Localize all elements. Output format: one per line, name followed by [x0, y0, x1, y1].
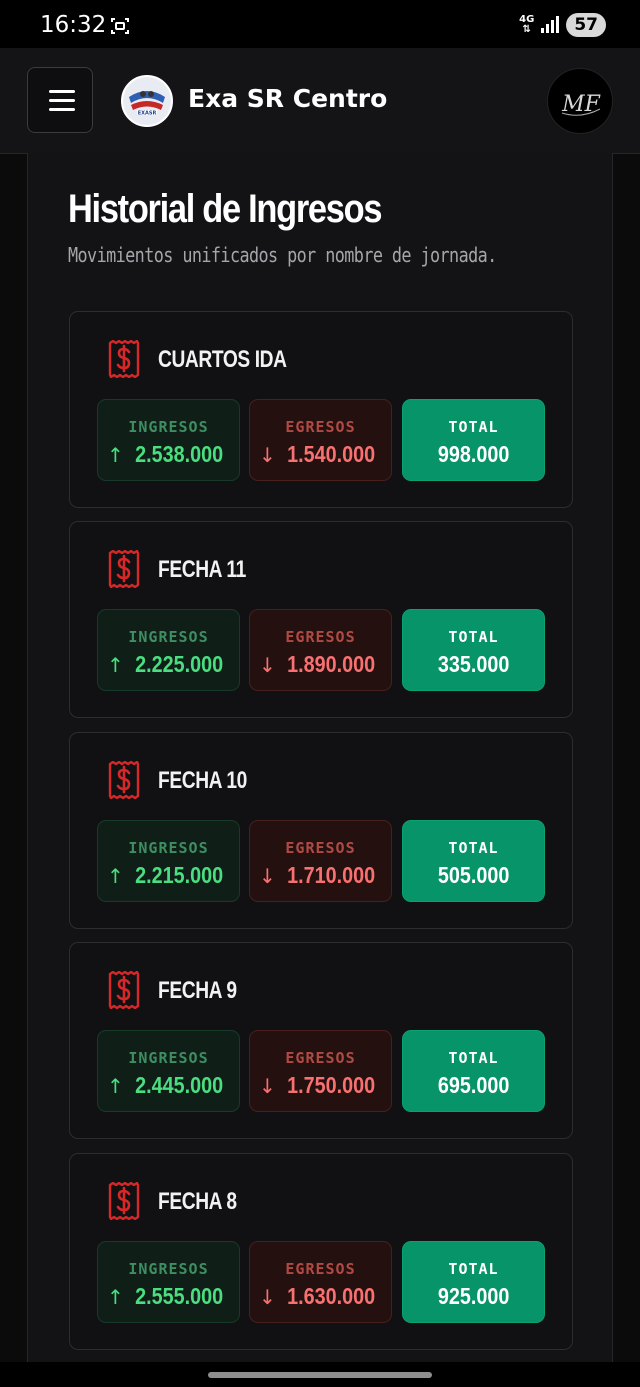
- egresos-label: EGRESOS: [285, 839, 356, 857]
- arrow-up-icon: ↑: [106, 1284, 124, 1309]
- status-time: 16:32: [40, 12, 107, 38]
- total-value: 695.000: [437, 1072, 510, 1098]
- jornada-card[interactable]: FECHA 8 INGRESOS ↑ 2.555.000 EGRESOS ↓ 1…: [69, 1153, 573, 1350]
- profile-avatar[interactable]: MF: [547, 68, 613, 134]
- app-title: Exa SR Centro: [188, 84, 388, 113]
- arrow-down-icon: ↓: [258, 1284, 276, 1309]
- ingresos-value: 2.225.000: [134, 651, 223, 677]
- main-panel: Historial de Ingresos Movimientos unific…: [27, 153, 613, 1373]
- data-transfer-icon: ⇅: [522, 24, 531, 35]
- arrow-down-icon: ↓: [258, 652, 276, 677]
- egresos-box: EGRESOS ↓ 1.750.000: [249, 1030, 392, 1112]
- brand-logo-text: EXASR: [138, 111, 157, 117]
- egresos-value: 1.750.000: [286, 1072, 375, 1098]
- total-label: TOTAL: [448, 1260, 499, 1278]
- egresos-value: 1.890.000: [286, 651, 375, 677]
- brand-logo-icon: EXASR: [125, 79, 169, 123]
- egresos-value: 1.630.000: [286, 1283, 375, 1309]
- jornada-name: CUARTOS IDA: [158, 346, 287, 373]
- egresos-label: EGRESOS: [285, 1260, 356, 1278]
- jornada-name: FECHA 8: [158, 1188, 237, 1215]
- app-header: EXASR Exa SR Centro MF: [0, 48, 640, 154]
- arrow-up-icon: ↑: [106, 863, 124, 888]
- jornada-name: FECHA 10: [158, 767, 247, 794]
- jornada-name: FECHA 11: [158, 556, 246, 583]
- status-indicators: 4G ⇅ 57: [519, 13, 606, 37]
- ingresos-value: 2.445.000: [134, 1072, 223, 1098]
- arrow-down-icon: ↓: [258, 863, 276, 888]
- ingresos-label: INGRESOS: [128, 628, 209, 646]
- total-box: TOTAL 998.000: [402, 399, 545, 481]
- total-label: TOTAL: [448, 418, 499, 436]
- arrow-up-icon: ↑: [106, 652, 124, 677]
- arrow-down-icon: ↓: [258, 442, 276, 467]
- jornada-card[interactable]: CUARTOS IDA INGRESOS ↑ 2.538.000 EGRESOS…: [69, 311, 573, 508]
- home-indicator[interactable]: [208, 1372, 432, 1378]
- total-value: 335.000: [437, 651, 510, 677]
- ingresos-value: 2.538.000: [134, 441, 223, 467]
- arrow-up-icon: ↑: [106, 1073, 124, 1098]
- ingresos-label: INGRESOS: [128, 839, 209, 857]
- system-navigation-bar: [0, 1362, 640, 1387]
- status-bar: 16:32 4G ⇅ 57: [0, 0, 640, 48]
- egresos-label: EGRESOS: [285, 1049, 356, 1067]
- ingresos-box: INGRESOS ↑ 2.555.000: [97, 1241, 240, 1323]
- signal-icon: [541, 16, 560, 33]
- egresos-label: EGRESOS: [285, 628, 356, 646]
- total-value: 505.000: [437, 862, 510, 888]
- jornada-card[interactable]: FECHA 10 INGRESOS ↑ 2.215.000 EGRESOS ↓ …: [69, 732, 573, 929]
- jornada-name: FECHA 9: [158, 977, 237, 1004]
- screen-record-icon: [111, 18, 129, 34]
- ingresos-label: INGRESOS: [128, 1049, 209, 1067]
- ingresos-box: INGRESOS ↑ 2.538.000: [97, 399, 240, 481]
- arrow-up-icon: ↑: [106, 442, 124, 467]
- egresos-value: 1.540.000: [286, 441, 375, 467]
- receipt-dollar-icon: [108, 340, 140, 378]
- receipt-dollar-icon: [108, 550, 140, 588]
- receipt-dollar-icon: [108, 971, 140, 1009]
- hamburger-icon-line: [49, 99, 75, 102]
- hamburger-icon-line: [49, 108, 75, 111]
- total-label: TOTAL: [448, 628, 499, 646]
- ingresos-value: 2.215.000: [134, 862, 223, 888]
- egresos-box: EGRESOS ↓ 1.710.000: [249, 820, 392, 902]
- total-value: 925.000: [437, 1283, 510, 1309]
- brand-logo[interactable]: EXASR: [121, 75, 173, 127]
- total-box: TOTAL 925.000: [402, 1241, 545, 1323]
- ingresos-label: INGRESOS: [128, 418, 209, 436]
- ingresos-label: INGRESOS: [128, 1260, 209, 1278]
- egresos-box: EGRESOS ↓ 1.540.000: [249, 399, 392, 481]
- battery-icon: 57: [566, 13, 606, 37]
- ingresos-box: INGRESOS ↑ 2.215.000: [97, 820, 240, 902]
- total-value: 998.000: [437, 441, 510, 467]
- egresos-value: 1.710.000: [286, 862, 375, 888]
- page-subtitle: Movimientos unificados por nombre de jor…: [68, 243, 497, 267]
- profile-initials: MF: [561, 92, 601, 117]
- egresos-box: EGRESOS ↓ 1.630.000: [249, 1241, 392, 1323]
- receipt-dollar-icon: [108, 761, 140, 799]
- menu-button[interactable]: [27, 67, 93, 133]
- hamburger-icon: [49, 90, 75, 93]
- total-box: TOTAL 335.000: [402, 609, 545, 691]
- total-box: TOTAL 505.000: [402, 820, 545, 902]
- ingresos-box: INGRESOS ↑ 2.445.000: [97, 1030, 240, 1112]
- total-box: TOTAL 695.000: [402, 1030, 545, 1112]
- arrow-down-icon: ↓: [258, 1073, 276, 1098]
- receipt-dollar-icon: [108, 1182, 140, 1220]
- network-indicator: 4G ⇅: [519, 15, 534, 35]
- jornada-card[interactable]: FECHA 9 INGRESOS ↑ 2.445.000 EGRESOS ↓ 1…: [69, 942, 573, 1139]
- page-title: Historial de Ingresos: [68, 187, 382, 231]
- ingresos-box: INGRESOS ↑ 2.225.000: [97, 609, 240, 691]
- signature-logo-icon: MF: [561, 92, 601, 117]
- egresos-label: EGRESOS: [285, 418, 356, 436]
- egresos-box: EGRESOS ↓ 1.890.000: [249, 609, 392, 691]
- jornada-card[interactable]: FECHA 11 INGRESOS ↑ 2.225.000 EGRESOS ↓ …: [69, 521, 573, 718]
- ingresos-value: 2.555.000: [134, 1283, 223, 1309]
- total-label: TOTAL: [448, 1049, 499, 1067]
- total-label: TOTAL: [448, 839, 499, 857]
